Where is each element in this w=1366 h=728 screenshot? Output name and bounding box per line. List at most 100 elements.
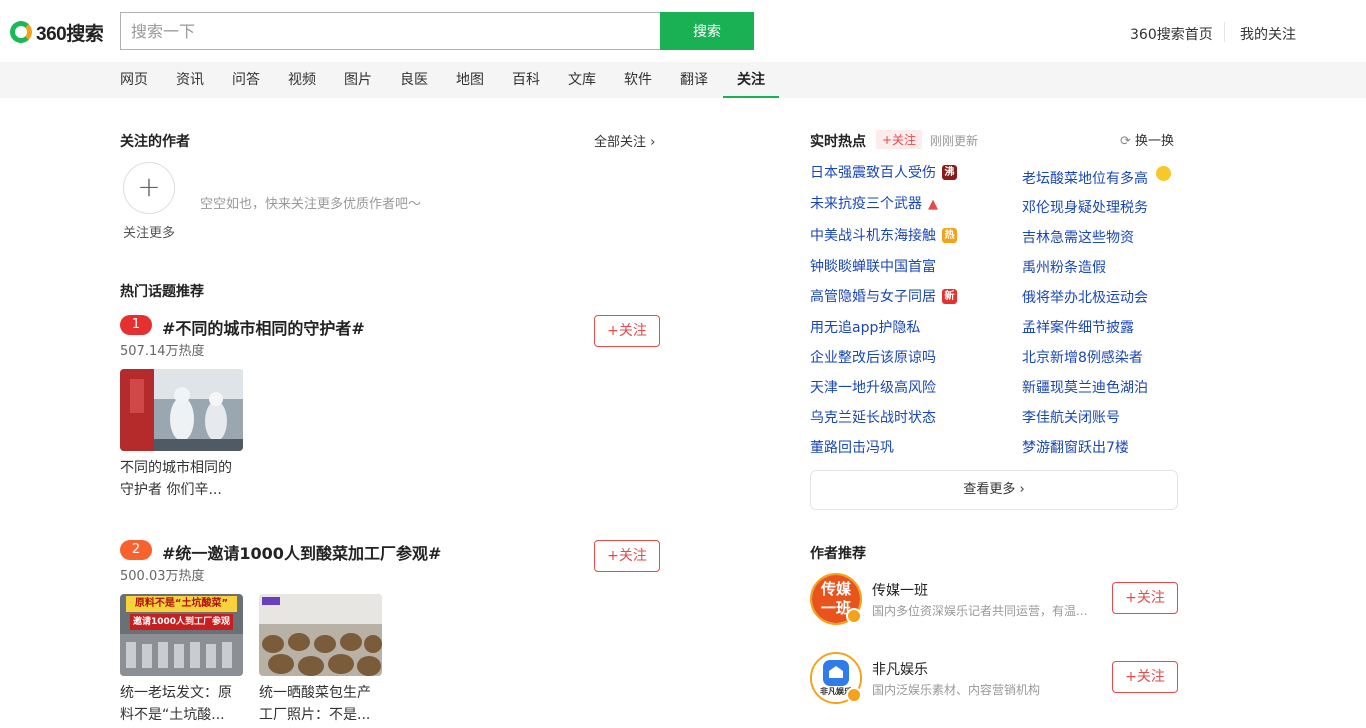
updated-label: 刚刚更新 — [930, 134, 979, 148]
hot-item[interactable]: 企业整改后该原谅吗 — [810, 347, 936, 367]
topic-thumbnail[interactable]: 原料不是“土坑酸菜” 邀请1000人到工厂参观 — [120, 594, 243, 676]
nav-bar: 网页 资讯 问答 视频 图片 良医 地图 百科 文库 软件 翻译 关注 — [0, 62, 1366, 98]
thumbnail-image — [259, 594, 382, 676]
rank-badge: 1 — [120, 315, 152, 335]
all-follow-label: 全部关注 — [594, 135, 647, 150]
hot-item-text: 中美战斗机东海接触 — [810, 228, 936, 244]
empty-tip: 空空如也，快来关注更多优质作者吧～ — [200, 197, 422, 212]
hot-item[interactable]: 老坛酸菜地位有多高 — [1022, 166, 1171, 188]
author-recommend-title: 作者推荐 — [810, 546, 866, 562]
new-badge: 新 — [942, 289, 957, 304]
all-follow-link[interactable]: 全部关注 › — [594, 131, 655, 150]
tab-qa[interactable]: 问答 — [232, 62, 260, 98]
author-desc: 国内多位资深娱乐记者共同运营，有温... — [872, 604, 1088, 618]
tab-follow[interactable]: 关注 — [723, 62, 779, 98]
topic-title[interactable]: #不同的城市相同的守护者# — [162, 315, 365, 339]
hot-item[interactable]: 未来抗疫三个武器 ▲ — [810, 193, 938, 213]
hot-item[interactable]: 禹州粉条造假 — [1022, 257, 1106, 277]
tab-web[interactable]: 网页 — [120, 62, 148, 98]
tab-doctor[interactable]: 良医 — [400, 62, 428, 98]
hot-item[interactable]: 邓伦现身疑处理税务 — [1022, 197, 1148, 217]
caption-line-1: 不同的城市相同的 — [120, 460, 232, 476]
hot-item[interactable]: 高管隐婚与女子同居新 — [810, 286, 957, 306]
tab-software[interactable]: 软件 — [624, 62, 652, 98]
topic-heat: 500.03万热度 — [120, 569, 205, 584]
laughing-emoji-icon — [1156, 166, 1171, 181]
topic-thumbnail[interactable] — [120, 369, 243, 451]
view-more-button[interactable]: 查看更多 › — [810, 470, 1178, 510]
author-follow-button[interactable]: +关注 — [1112, 661, 1178, 693]
logo-icon — [10, 21, 32, 43]
boiling-badge: 沸 — [942, 165, 957, 180]
topic-heat: 507.14万热度 — [120, 344, 205, 359]
hot-item[interactable]: 董路回击冯巩 — [810, 437, 894, 457]
topic-title[interactable]: #统一邀请1000人到酸菜加工厂参观# — [162, 540, 441, 564]
tab-video[interactable]: 视频 — [288, 62, 316, 98]
follow-more-label[interactable]: 关注更多 — [123, 222, 175, 241]
refresh-button[interactable]: ⟳ 换一换 — [1120, 130, 1174, 149]
topic-follow-button[interactable]: +关注 — [594, 540, 660, 572]
verified-icon — [846, 687, 862, 703]
tab-news[interactable]: 资讯 — [176, 62, 204, 98]
thumb-text-2: 邀请1000人到工厂参观 — [132, 617, 231, 627]
refresh-label: 换一换 — [1135, 134, 1175, 149]
caption-line-2: 料不是“土坑酸... — [120, 707, 225, 723]
author-name[interactable]: 非凡娱乐 — [872, 659, 928, 679]
author-name[interactable]: 传媒一班 — [872, 580, 928, 600]
thumbnail-caption[interactable]: 统一晒酸菜包生产 工厂照片：不是... — [259, 682, 389, 726]
header: 360搜索 搜索 360搜索首页 我的关注 — [0, 0, 1366, 62]
hot-item[interactable]: 新疆现莫兰迪色湖泊 — [1022, 377, 1148, 397]
arrow-up-icon: ▲ — [928, 197, 938, 212]
author-desc: 国内泛娱乐素材、内容营销机构 — [872, 683, 1041, 697]
hot-topics-title: 热门话题推荐 — [120, 284, 204, 300]
search-input[interactable] — [120, 12, 661, 50]
rank-badge: 2 — [120, 540, 152, 560]
chevron-right-icon: › — [1019, 482, 1025, 497]
hot-item[interactable]: 乌克兰延长战时状态 — [810, 407, 936, 427]
author-follow-button[interactable]: +关注 — [1112, 582, 1178, 614]
divider — [1224, 22, 1225, 42]
hot-item[interactable]: 北京新增8例感染者 — [1022, 347, 1143, 367]
tab-baike[interactable]: 百科 — [512, 62, 540, 98]
tab-wenku[interactable]: 文库 — [568, 62, 596, 98]
thumbnail-image — [120, 369, 243, 451]
followed-authors-title: 关注的作者 — [120, 134, 190, 150]
caption-line-2: 工厂照片：不是... — [259, 707, 371, 723]
hot-item-text: 未来抗疫三个武器 — [810, 196, 922, 212]
hot-item[interactable]: 天津一地升级高风险 — [810, 377, 936, 397]
logo[interactable]: 360搜索 — [10, 20, 104, 45]
plus-icon[interactable]: + — [123, 162, 175, 214]
hot-item-text: 老坛酸菜地位有多高 — [1022, 171, 1148, 187]
logo-text: 360搜索 — [36, 23, 104, 45]
home-link[interactable]: 360搜索首页 — [1130, 24, 1213, 44]
hot-item[interactable]: 日本强震致百人受伤沸 — [810, 162, 957, 182]
chevron-right-icon: › — [650, 135, 656, 150]
realtime-hot-title: 实时热点 — [810, 134, 866, 150]
hot-item[interactable]: 钟睒睒蝉联中国首富 — [810, 256, 936, 276]
caption-line-2: 守护者 你们辛... — [120, 482, 222, 498]
search-button[interactable]: 搜索 — [660, 12, 754, 50]
hot-item[interactable]: 梦游翻窗跃出7楼 — [1022, 437, 1129, 457]
tab-images[interactable]: 图片 — [344, 62, 372, 98]
realtime-follow-tag[interactable]: +关注 — [876, 130, 923, 149]
hot-item[interactable]: 吉林急需这些物资 — [1022, 227, 1134, 247]
my-follow-link[interactable]: 我的关注 — [1240, 24, 1296, 44]
thumbnail-caption[interactable]: 不同的城市相同的 守护者 你们辛... — [120, 457, 250, 501]
hot-item[interactable]: 中美战斗机东海接触热 — [810, 225, 957, 245]
tab-translate[interactable]: 翻译 — [680, 62, 708, 98]
thumbnail-caption[interactable]: 统一老坛发文：原 料不是“土坑酸... — [120, 682, 250, 726]
refresh-icon: ⟳ — [1120, 134, 1131, 149]
hot-item[interactable]: 孟祥案件细节披露 — [1022, 317, 1134, 337]
hot-item[interactable]: 俄将举办北极运动会 — [1022, 287, 1148, 307]
hot-item-text: 日本强震致百人受伤 — [810, 165, 936, 181]
topic-follow-button[interactable]: +关注 — [594, 315, 660, 347]
hot-item[interactable]: 用无追app护隐私 — [810, 317, 920, 337]
view-more-label: 查看更多 — [963, 482, 1016, 497]
caption-line-1: 统一晒酸菜包生产 — [259, 685, 371, 701]
hot-item-text: 高管隐婚与女子同居 — [810, 289, 936, 305]
tab-map[interactable]: 地图 — [456, 62, 484, 98]
thumb-text-1: 原料不是“土坑酸菜” — [134, 598, 229, 609]
topic-thumbnail[interactable] — [259, 594, 382, 676]
hot-badge: 热 — [942, 228, 957, 243]
hot-item[interactable]: 李佳航关闭账号 — [1022, 407, 1120, 427]
